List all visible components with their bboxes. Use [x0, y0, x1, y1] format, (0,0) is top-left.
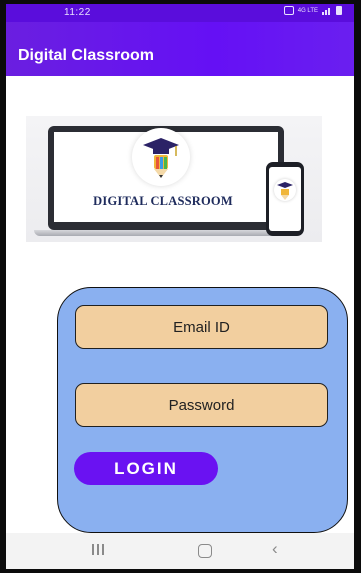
app-title: Digital Classroom — [18, 47, 155, 64]
email-field[interactable]: Email ID — [75, 305, 328, 349]
email-placeholder: Email ID — [173, 318, 230, 336]
recents-icon[interactable] — [92, 544, 104, 555]
back-icon[interactable]: ‹ — [272, 539, 278, 559]
password-placeholder: Password — [168, 396, 235, 414]
phone-logo-icon — [274, 179, 296, 201]
alarm-icon — [283, 6, 294, 15]
signal-icon — [322, 7, 332, 15]
laptop-base — [34, 230, 300, 236]
status-icons: 4G LTE — [283, 6, 342, 15]
graduation-cap-logo-icon — [132, 128, 190, 186]
login-button-label: LOGIN — [114, 458, 178, 478]
battery-icon — [336, 6, 342, 15]
login-button[interactable]: LOGIN — [74, 452, 218, 485]
status-time: 11:22 — [64, 7, 91, 18]
password-field[interactable]: Password — [75, 383, 328, 427]
phone-illustration — [266, 162, 304, 236]
status-bar: 11:22 4G LTE — [6, 4, 354, 22]
login-card: Email ID Password LOGIN — [57, 287, 348, 533]
app-bar: Digital Classroom — [6, 22, 354, 76]
hero-banner-image: DIGITAL CLASSROOM — [26, 116, 322, 242]
device-frame: 11:22 4G LTE Digital Classroom DIGITAL C… — [0, 0, 361, 573]
network-type-label: 4G LTE — [297, 7, 318, 14]
banner-logo-text: DIGITAL CLASSROOM — [93, 194, 233, 208]
home-icon[interactable] — [198, 544, 212, 558]
system-nav-bar: ‹ — [6, 533, 354, 569]
